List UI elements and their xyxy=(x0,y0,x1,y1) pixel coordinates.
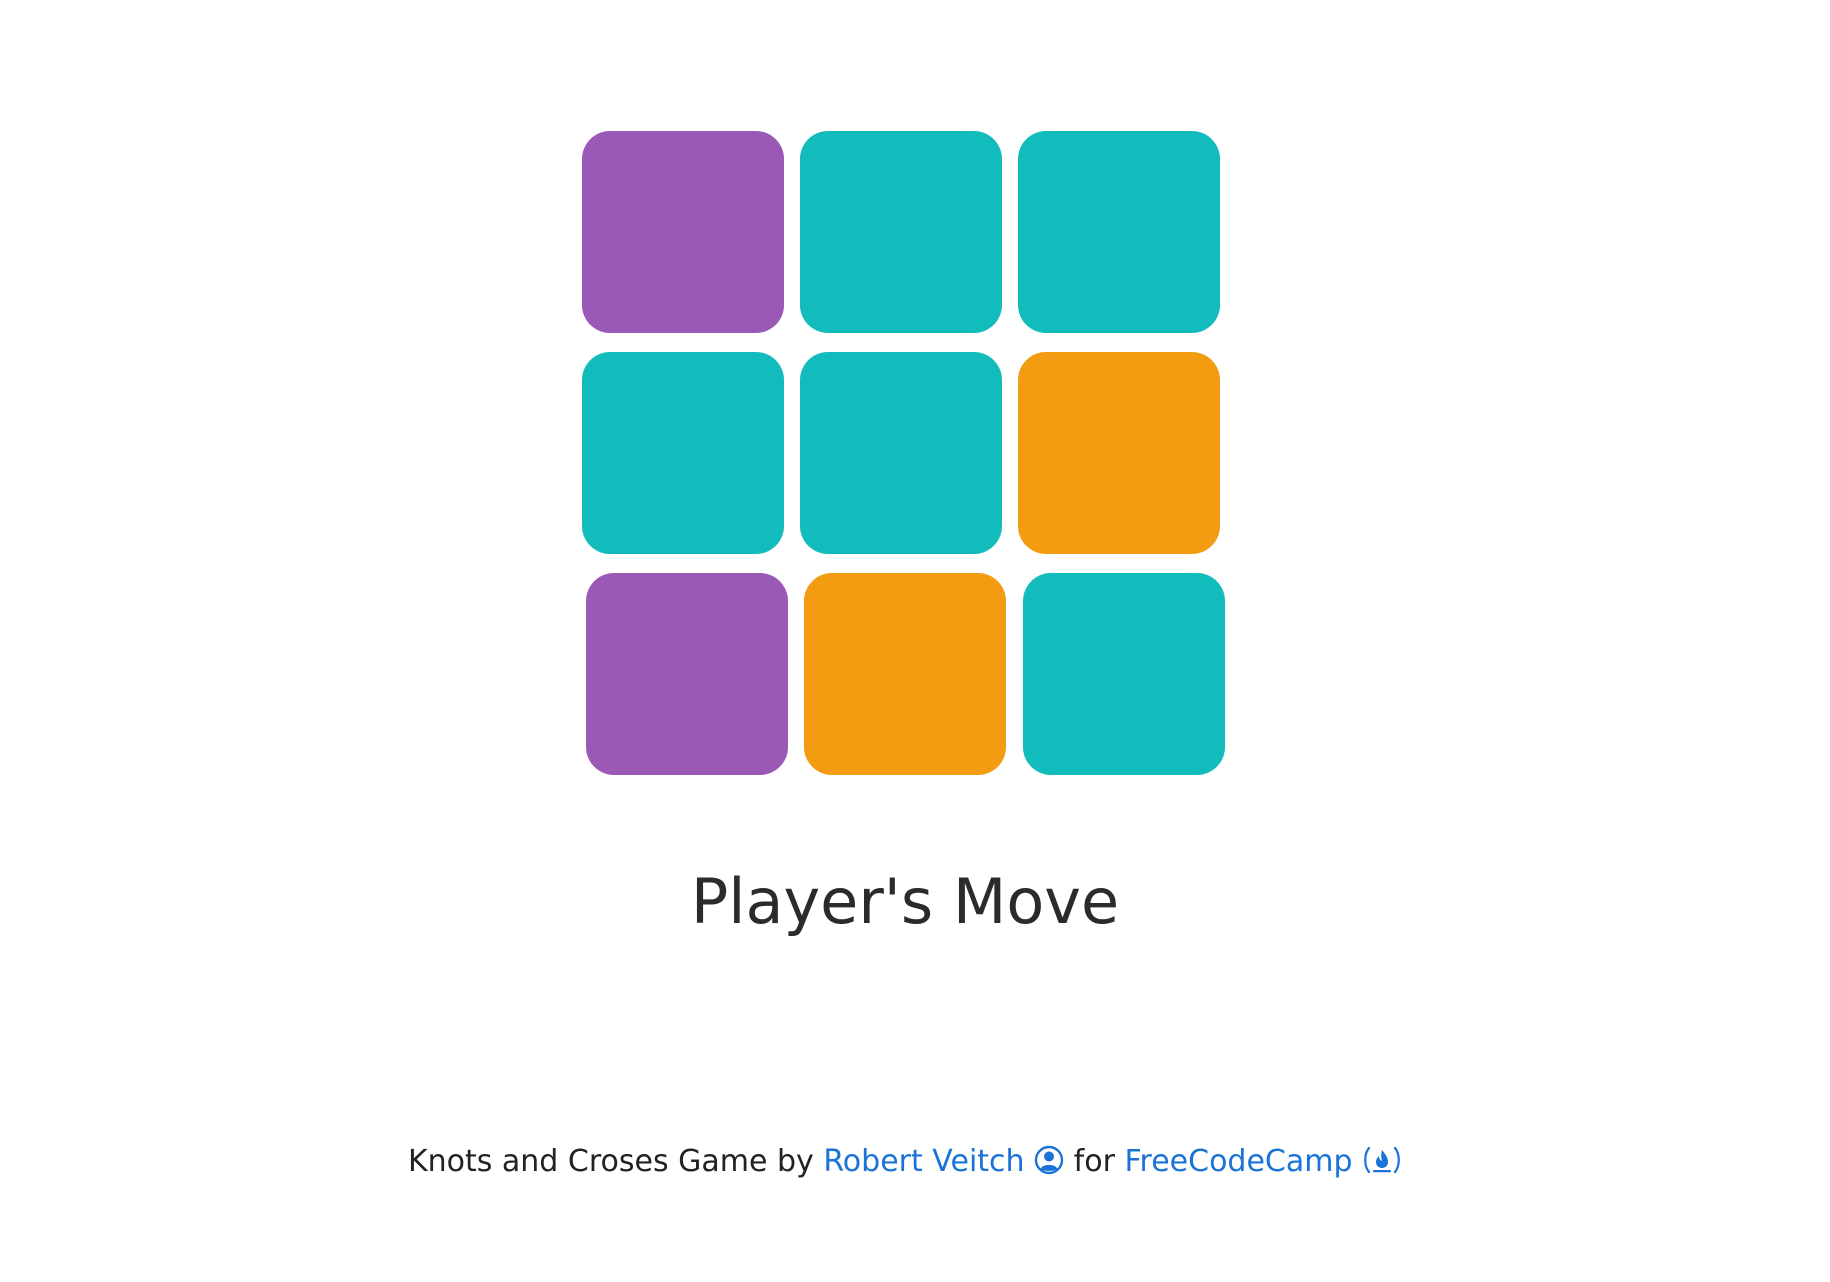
freecodecamp-link-label: FreeCodeCamp xyxy=(1124,1144,1353,1179)
fire-icon[interactable] xyxy=(1362,1145,1402,1185)
board-cell-2[interactable] xyxy=(800,131,1002,333)
board-cell-1[interactable] xyxy=(582,131,784,333)
board-cell-5[interactable] xyxy=(800,352,1002,554)
user-circle-icon xyxy=(1034,1145,1064,1185)
freecodecamp-link[interactable]: FreeCodeCamp xyxy=(1124,1144,1352,1179)
board-cell-9[interactable] xyxy=(1023,573,1225,775)
board-cell-3[interactable] xyxy=(1018,131,1220,333)
game-board xyxy=(0,0,1830,800)
board-cell-7[interactable] xyxy=(586,573,788,775)
board-cell-6[interactable] xyxy=(1018,352,1220,554)
footer-prefix: Knots and Croses Game by xyxy=(407,1144,814,1179)
author-link[interactable]: Robert Veitch xyxy=(823,1144,1024,1179)
turn-status: Player's Move xyxy=(690,865,1120,938)
author-link-label: Robert Veitch xyxy=(823,1144,1025,1179)
board-cell-8[interactable] xyxy=(804,573,1006,775)
board-cell-4[interactable] xyxy=(582,352,784,554)
footer-middle: for xyxy=(1073,1144,1115,1179)
footer-credit: Knots and Croses Game by Robert Veitch f… xyxy=(0,1142,1810,1185)
